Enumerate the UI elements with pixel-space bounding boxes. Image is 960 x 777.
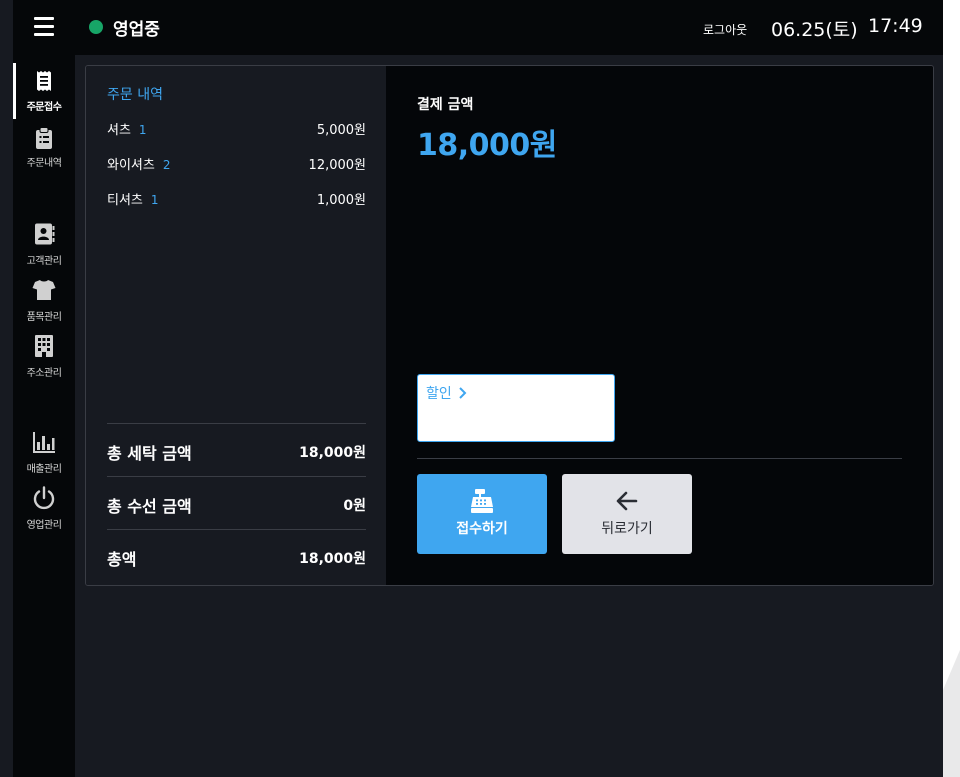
- order-summary: 주문 내역 셔츠 1 5,000원 와이셔츠 2 12,000원 티셔츠 1 1,00…: [86, 66, 386, 585]
- arrow-left-icon: [616, 491, 638, 511]
- divider: [107, 529, 366, 530]
- edge-shadow: [943, 0, 960, 777]
- order-item: 와이셔츠 2 12,000원: [107, 154, 366, 174]
- sidebar-item-order-receive[interactable]: 주문접수: [13, 69, 75, 121]
- discount-button[interactable]: 할인: [417, 374, 615, 442]
- item-price: 5,000원: [316, 123, 366, 138]
- receipt-icon: [37, 71, 51, 91]
- order-panel: 주문 내역 셔츠 1 5,000원 와이셔츠 2 12,000원 티셔츠 1 1,00…: [85, 65, 934, 586]
- sidebar-item-products[interactable]: 품목관리: [13, 278, 75, 330]
- bar-chart-icon: [33, 432, 55, 453]
- total-laundry-row: 총 세탁 금액 18,000원: [107, 440, 366, 464]
- sidebar-item-label: 매출관리: [26, 464, 62, 475]
- screen-edge: [943, 0, 960, 777]
- total-value: 18,000원: [299, 445, 366, 461]
- date-display: 06.25(토): [771, 19, 858, 41]
- hamburger-menu-icon[interactable]: [34, 16, 54, 36]
- item-price: 1,000원: [316, 193, 366, 208]
- time-display: 17:49: [868, 15, 923, 37]
- clipboard-icon: [36, 127, 52, 149]
- sidebar-item-order-history[interactable]: 주문내역: [13, 126, 75, 178]
- back-button-label: 뒤로가기: [601, 521, 653, 537]
- item-qty: 1: [138, 123, 147, 137]
- divider: [417, 458, 902, 459]
- item-name: 티셔츠: [107, 193, 143, 208]
- sidebar-item-label: 고객관리: [26, 256, 62, 267]
- total-value: 18,000원: [299, 551, 366, 567]
- order-section-title: 주문 내역: [107, 87, 163, 103]
- payment-panel: 결제 금액 18,000원 할인 접수하기 뒤로가기: [386, 66, 933, 585]
- order-item: 티셔츠 1 1,000원: [107, 189, 366, 209]
- sidebar-item-label: 품목관리: [26, 312, 62, 323]
- divider: [107, 423, 366, 424]
- item-name: 셔츠: [107, 123, 131, 138]
- total-label: 총액: [107, 550, 137, 569]
- sidebar-item-label: 영업관리: [26, 520, 62, 531]
- status-indicator: [89, 20, 103, 34]
- building-icon: [35, 335, 53, 357]
- item-qty: 2: [162, 158, 171, 172]
- item-price: 12,000원: [308, 158, 366, 173]
- total-value: 0원: [343, 498, 366, 514]
- sidebar-item-label: 주소관리: [26, 368, 62, 379]
- chevron-right-icon: [459, 387, 467, 399]
- discount-label: 할인: [426, 383, 468, 403]
- total-label: 총 수선 금액: [107, 497, 192, 516]
- grand-total-row: 총액 18,000원: [107, 546, 366, 570]
- sidebar-item-business[interactable]: 영업관리: [13, 486, 75, 538]
- payment-label: 결제 금액: [417, 97, 474, 113]
- cash-register-icon: [471, 489, 493, 513]
- contact-book-icon: [35, 223, 55, 245]
- logout-button[interactable]: 로그아웃: [703, 21, 747, 38]
- receive-button[interactable]: 접수하기: [417, 474, 547, 554]
- sidebar-item-label: 주문접수: [26, 102, 62, 113]
- business-status: 영업중: [113, 20, 160, 40]
- total-repair-row: 총 수선 금액 0원: [107, 493, 366, 517]
- divider: [107, 476, 366, 477]
- app-screen: 영업중 로그아웃 06.25(토) 17:49 주문접수 주문내역 고객관리 품…: [0, 0, 943, 777]
- sidebar: 주문접수 주문내역 고객관리 품목관리 주소관리 매출관리 영업관리: [13, 55, 75, 777]
- sidebar-item-address[interactable]: 주소관리: [13, 334, 75, 386]
- payment-amount: 18,000원: [417, 128, 557, 163]
- total-label: 총 세탁 금액: [107, 444, 192, 463]
- sidebar-item-label: 주문내역: [26, 158, 62, 169]
- order-item: 셔츠 1 5,000원: [107, 119, 366, 139]
- sidebar-item-sales[interactable]: 매출관리: [13, 430, 75, 482]
- receive-button-label: 접수하기: [456, 521, 508, 537]
- back-button[interactable]: 뒤로가기: [562, 474, 692, 554]
- item-qty: 1: [150, 193, 159, 207]
- power-icon: [33, 486, 55, 510]
- tshirt-icon: [32, 280, 56, 300]
- item-name: 와이셔츠: [107, 158, 155, 173]
- sidebar-item-customer[interactable]: 고객관리: [13, 222, 75, 274]
